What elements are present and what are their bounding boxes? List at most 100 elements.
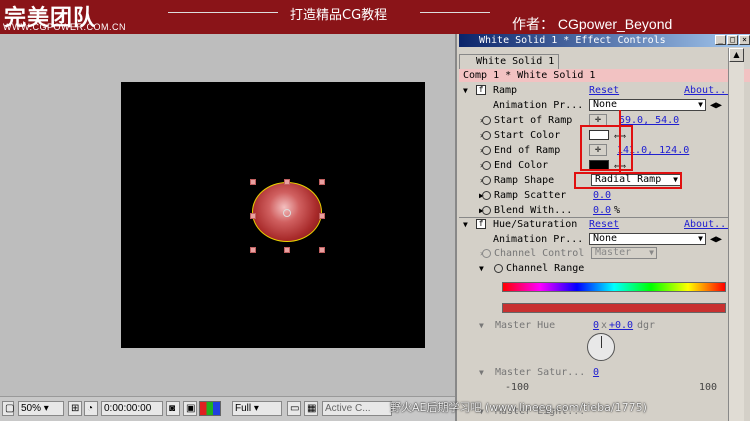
master-hue-x: x — [601, 320, 608, 331]
stopwatch-icon[interactable] — [482, 249, 491, 258]
preset-nav-arrows-icon[interactable]: ◀▶ — [710, 98, 722, 113]
comp-path: Comp 1 * White Solid 1 — [459, 69, 750, 82]
ramp-reset-link[interactable]: Reset — [589, 83, 619, 98]
mask-handle[interactable] — [319, 179, 325, 185]
mask-handle[interactable] — [319, 247, 325, 253]
safe-zones-icon[interactable]: ⊞ — [68, 401, 82, 416]
tab-white-solid-1[interactable]: White Solid 1 — [459, 54, 559, 69]
stopwatch-icon[interactable] — [482, 176, 491, 185]
maximize-icon[interactable]: □ — [727, 35, 738, 45]
composition-canvas[interactable] — [121, 82, 425, 348]
fx-toggle-icon[interactable]: f — [476, 85, 486, 95]
master-hue-unit: dgr — [637, 320, 656, 331]
chevron-down-icon: ▼ — [649, 248, 654, 257]
animation-presets-label: Animation Pr... — [493, 100, 584, 111]
master-hue-row: ▼ Master Hue 0 x +0.0 dgr — [459, 318, 730, 333]
chevron-down-icon: ▼ — [698, 100, 703, 109]
hue-saturation-animation-presets-row: Animation Pr... None ▼ ◀▶ — [459, 232, 730, 247]
ramp-scatter-label: Ramp Scatter — [494, 190, 567, 201]
snapshot-icon[interactable]: ◙ — [166, 401, 180, 416]
mask-handle[interactable] — [250, 247, 256, 253]
channel-control-dropdown[interactable]: Master ▼ — [591, 247, 657, 259]
transparency-grid-icon[interactable]: ▦ — [304, 401, 318, 416]
start-of-ramp-label: Start of Ramp — [494, 115, 573, 126]
logo-url: WWW.CGPOWER.COM.CN — [3, 22, 126, 32]
channel-control-row: › Channel Control Master ▼ — [459, 246, 730, 261]
saturation-min-label: -100 — [505, 382, 530, 393]
stopwatch-icon[interactable] — [482, 191, 491, 200]
preset-nav-arrows-icon[interactable]: ◀▶ — [710, 232, 722, 247]
highlight-vertical-line — [619, 110, 621, 174]
master-hue-dial[interactable] — [587, 333, 615, 361]
channel-range-row: ▼ Channel Range — [459, 261, 730, 276]
end-color-label: End Color — [494, 160, 549, 171]
mask-center-point[interactable] — [283, 209, 291, 217]
minimize-icon[interactable]: _ — [715, 35, 726, 45]
hue-saturation-effect-name: Hue/Saturation — [493, 219, 578, 230]
roi-icon[interactable]: ▭ — [287, 401, 301, 416]
timecode-field[interactable]: 0:00:00:00 — [101, 401, 163, 416]
animation-presets-dropdown[interactable]: None ▼ — [589, 233, 706, 245]
master-saturation-row: ▼ Master Satur... 0 — [459, 365, 730, 380]
mask-handle[interactable] — [319, 213, 325, 219]
stopwatch-icon[interactable] — [494, 264, 503, 273]
scroll-up-icon[interactable]: ▲ — [729, 48, 744, 62]
master-hue-revolutions[interactable]: 0 — [593, 318, 599, 333]
mask-handle[interactable] — [284, 247, 290, 253]
mask-view-icon[interactable]: ◔ — [84, 401, 98, 416]
show-snapshot-icon[interactable]: ▣ — [183, 401, 197, 416]
tutorial-banner: 完美团队 WWW.CGPOWER.COM.CN 打造精品CG教程 作者： CGp… — [0, 0, 750, 34]
blend-label: Blend With... — [494, 205, 573, 216]
zoom-dropdown[interactable]: 50% ▾ — [18, 401, 64, 416]
viewer-toolbar: ▢ 50% ▾ ⊞ ◔ 0:00:00:00 ◙ ▣ Full ▾ ▭ ▦ Ac… — [0, 396, 455, 421]
start-color-label: Start Color — [494, 130, 561, 141]
stopwatch-icon[interactable] — [482, 116, 491, 125]
channels-icon[interactable] — [199, 401, 221, 416]
twirl-down-icon[interactable]: ▼ — [479, 365, 484, 380]
channel-control-value: Master — [595, 247, 632, 258]
resolution-value: Full — [235, 403, 252, 414]
twirl-down-icon[interactable]: ▼ — [463, 217, 468, 232]
effect-controls-titlebar: White Solid 1 * Effect Controls — [459, 34, 750, 47]
stopwatch-icon[interactable] — [482, 146, 491, 155]
animation-presets-value: None — [593, 99, 618, 110]
mask-handle[interactable] — [250, 179, 256, 185]
active-camera-dropdown[interactable]: Active C... — [322, 401, 392, 416]
hue-saturation-about-link[interactable]: About... — [684, 217, 732, 232]
ramp-effect-header: ▼ f Ramp Reset About... — [459, 83, 732, 98]
region-icon[interactable]: ▢ — [2, 401, 14, 416]
fx-toggle-icon[interactable]: f — [476, 219, 486, 229]
blend-unit: % — [614, 205, 621, 216]
dial-needle — [601, 336, 602, 348]
ramp-scatter-value[interactable]: 0.0 — [593, 188, 611, 203]
ramp-shape-label: Ramp Shape — [494, 175, 555, 186]
hue-saturation-reset-link[interactable]: Reset — [589, 217, 619, 232]
animation-presets-dropdown[interactable]: None ▼ — [589, 99, 706, 111]
twirl-down-icon[interactable]: ▼ — [463, 83, 468, 98]
mask-handle[interactable] — [250, 213, 256, 219]
highlight-color-box — [580, 125, 633, 171]
master-saturation-value[interactable]: 0 — [593, 365, 599, 380]
close-icon[interactable]: × — [739, 35, 750, 45]
effect-controls-panel: White Solid 1 * Effect Controls _ □ × Wh… — [455, 34, 750, 421]
stopwatch-icon[interactable] — [482, 161, 491, 170]
stopwatch-icon[interactable] — [482, 131, 491, 140]
twirl-down-icon[interactable]: ▼ — [479, 318, 484, 333]
saturation-max-label: 100 — [699, 382, 718, 393]
blend-value[interactable]: 0.0 — [593, 203, 611, 218]
twirl-down-icon[interactable]: ▼ — [479, 261, 484, 276]
screenshot-root: 完美团队 WWW.CGPOWER.COM.CN 打造精品CG教程 作者： CGp… — [0, 0, 750, 421]
tab-label: White Solid 1 — [476, 56, 555, 67]
mask-handle[interactable] — [284, 179, 290, 185]
channel-range-spectrum-bar — [502, 282, 726, 292]
master-hue-label: Master Hue — [495, 320, 556, 331]
resolution-dropdown[interactable]: Full ▾ — [232, 401, 282, 416]
stopwatch-icon[interactable] — [482, 206, 491, 215]
chevron-down-icon: ▼ — [698, 234, 703, 243]
master-hue-degrees[interactable]: +0.0 — [609, 318, 633, 333]
ramp-about-link[interactable]: About... — [684, 83, 732, 98]
animation-presets-label: Animation Pr... — [493, 234, 584, 245]
animation-presets-value: None — [593, 233, 618, 244]
effect-controls-scrollbar[interactable]: ▲ — [728, 48, 744, 421]
hue-saturation-effect-header: ▼ f Hue/Saturation Reset About... — [459, 217, 732, 232]
